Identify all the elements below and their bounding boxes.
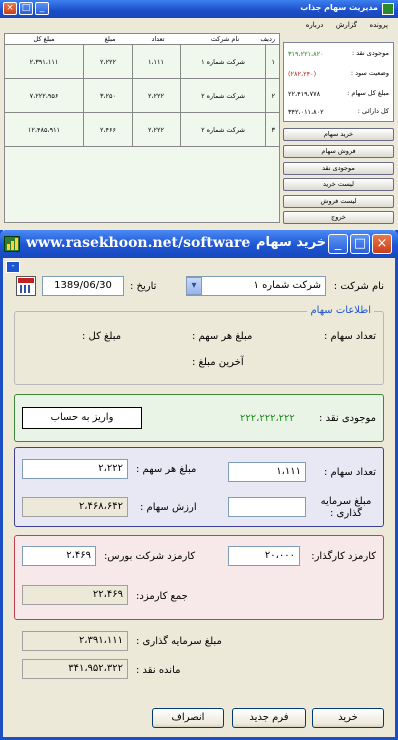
- main-window-titlebar: × □ _ مدیریت سهام جذاب: [0, 0, 398, 18]
- summary-invest-label: مبلغ سرمایه گذاری :: [136, 636, 222, 647]
- sell-list-button[interactable]: لیست فروش: [283, 195, 394, 208]
- col-header-company: نام شرکت: [210, 35, 240, 43]
- col-header-count: تعداد: [151, 35, 165, 43]
- chart-icon: [4, 236, 20, 252]
- col-header-row: ردیف: [260, 35, 275, 43]
- summary-invest-field: ۲،۳۹۱،۱۱۱: [22, 631, 128, 651]
- minimize-icon[interactable]: _: [35, 2, 49, 15]
- new-form-button[interactable]: فرم جدید: [232, 708, 306, 728]
- date-input[interactable]: 1389/06/30: [42, 276, 124, 296]
- info-price-label: مبلغ هر سهم :: [192, 331, 253, 342]
- broker-fee-input[interactable]: ۲۰،۰۰۰: [228, 546, 300, 566]
- exchange-fee-input[interactable]: ۲،۴۶۹: [22, 546, 96, 566]
- cash-label: موجودی نقد :: [319, 413, 376, 424]
- info-count-label: تعداد سهام :: [323, 331, 376, 342]
- cash-balance-button[interactable]: موجودی نقد: [283, 162, 394, 175]
- menu-about[interactable]: درباره: [306, 18, 324, 32]
- stock-total-value: ۲۲،۴۱۹،۷۷۸: [288, 90, 321, 98]
- purchase-invest-input[interactable]: [228, 497, 306, 517]
- exit-button[interactable]: خروج: [283, 211, 394, 224]
- company-label: نام شرکت :: [333, 281, 384, 292]
- purchase-price-label: مبلغ هر سهم :: [136, 464, 197, 475]
- stock-total-label: مبلغ کل سهام :: [347, 89, 389, 97]
- broker-fee-label: کارمزد کارگذار:: [311, 551, 376, 562]
- stock-info-group: [14, 311, 384, 385]
- restore-icon[interactable]: -: [6, 261, 20, 273]
- stock-info-legend: اطلاعات سهام: [307, 305, 374, 316]
- stock-table: ردیف نام شرکت تعداد مبلغ مبلغ کل ۱ شرکت …: [4, 33, 280, 223]
- stock-value-label: ارزش سهام :: [140, 502, 197, 513]
- cash-label: موجودی نقد :: [351, 49, 389, 57]
- fee-sum-label: جمع کارمزد:: [136, 591, 188, 602]
- col-header-price: مبلغ: [104, 35, 116, 43]
- assets-label: کل دارائی :: [357, 107, 389, 115]
- dialog-title: خرید سهام: [256, 235, 327, 250]
- purchase-invest-label: مبلغ سرمایه گذاری :: [320, 496, 372, 519]
- profit-label: وضعیت سود :: [350, 69, 389, 77]
- stock-value-field: ۲،۴۶۸،۶۴۲: [22, 497, 128, 517]
- maximize-icon[interactable]: □: [19, 2, 33, 15]
- purchase-count-label: تعداد سهام :: [323, 467, 376, 478]
- remaining-cash-field: ۳۴۱،۹۵۲،۳۲۲: [22, 659, 128, 679]
- sell-stock-button[interactable]: فروش سهام: [283, 145, 394, 158]
- cash-value: ۲۲۲،۲۲۲،۲۲۲: [240, 413, 295, 424]
- watermark-text: www.rasekhoon.net/software: [26, 235, 251, 251]
- buy-stock-button[interactable]: خرید سهام: [283, 128, 394, 141]
- table-row[interactable]: ۳ شرکت شماره ۲ ۲،۲۲۲ ۲،۴۶۶ ۱۲،۴۸۵،۹۱۱: [5, 113, 279, 147]
- info-last-price-label: آخرین مبلغ :: [192, 357, 244, 368]
- minimize-icon[interactable]: _: [328, 234, 348, 254]
- main-window-title: مدیریت سهام جذاب: [300, 3, 378, 12]
- app-icon: [382, 3, 394, 15]
- cancel-button[interactable]: انصراف: [152, 708, 224, 728]
- cash-value: ۳۱۹،۲۲۱،۸۲۰: [288, 50, 324, 58]
- buy-button[interactable]: خرید: [312, 708, 384, 728]
- assets-value: ۳۴۲،۰۱۱،۸۰۲: [288, 108, 324, 116]
- info-total-label: مبلغ کل :: [82, 331, 122, 342]
- dialog-titlebar: www.rasekhoon.net/software خرید سهام _ □…: [0, 230, 398, 258]
- menu-report[interactable]: گزارش: [336, 18, 357, 32]
- remaining-cash-label: مانده نقد :: [136, 665, 181, 676]
- close-icon[interactable]: ×: [372, 234, 392, 254]
- account-summary-panel: موجودی نقد : ۳۱۹،۲۲۱،۸۲۰ وضعیت سود : (۲۸…: [283, 42, 394, 122]
- menu-bar: پرونده گزارش درباره: [0, 18, 398, 32]
- company-select[interactable]: شرکت شماره ۱: [186, 276, 326, 296]
- deposit-button[interactable]: واریز به حساب: [22, 407, 142, 429]
- maximize-icon[interactable]: □: [350, 234, 370, 254]
- chevron-down-icon[interactable]: ▾: [186, 277, 202, 295]
- buy-list-button[interactable]: لیست خرید: [283, 178, 394, 191]
- fee-sum-field: ۲۲،۴۶۹: [22, 585, 128, 605]
- col-header-total: مبلغ کل: [33, 35, 55, 43]
- exchange-fee-label: کارمزد شرکت بورس:: [104, 551, 196, 562]
- table-row[interactable]: ۱ شرکت شماره ۱ ۱،۱۱۱ ۲،۲۲۲ ۲،۳۹۱،۱۱۱: [5, 45, 279, 79]
- close-icon[interactable]: ×: [3, 2, 17, 15]
- table-row[interactable]: ۲ شرکت شماره ۲ ۲،۲۲۲ ۳،۲۵۰ ۷،۲۲۲،۹۵۶: [5, 79, 279, 113]
- calendar-icon[interactable]: [16, 276, 36, 296]
- profit-value: (۲۸۲،۲۴۰): [288, 70, 317, 78]
- purchase-count-input[interactable]: ۱،۱۱۱: [228, 462, 306, 482]
- date-label: تاریخ :: [130, 281, 157, 292]
- purchase-price-input[interactable]: ۲،۲۲۲: [22, 459, 128, 479]
- menu-file[interactable]: پرونده: [370, 18, 388, 32]
